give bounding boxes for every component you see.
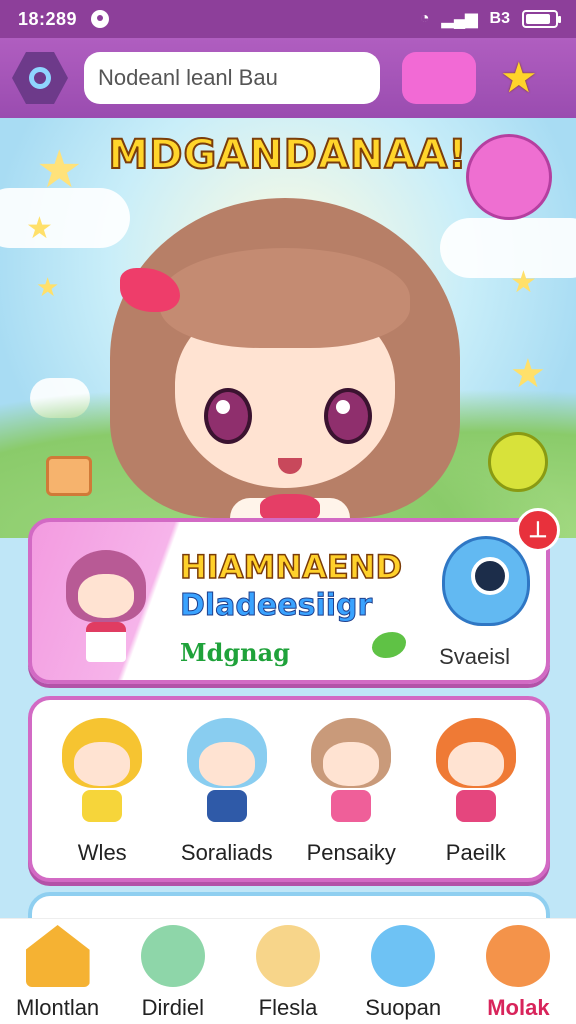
card-title: HIAMNAEND [179,547,403,587]
nav-label: Molak [487,995,550,1020]
blue-monster-icon [371,925,436,987]
house-icon [25,925,90,987]
close-badge-button[interactable]: ⊥ [516,508,560,552]
nav-item-characters[interactable]: Dirdiel [115,919,230,1024]
signal-text: B3 [489,10,510,27]
nav-item-home[interactable]: Mlontlan [0,919,115,1024]
hero-title: MDGANDANAA! [107,131,468,179]
card-character [58,544,154,664]
green-monster-icon [140,925,205,987]
cat-face-icon [256,925,320,987]
star-icon: ★ [26,212,53,245]
avatar [303,714,399,824]
star-icon: ★ [510,266,537,299]
nav-item-friends[interactable]: Flesla [230,919,345,1024]
signal-icon: ▂▄▆ [441,11,478,28]
hero-character [100,178,480,538]
avatar [428,714,524,824]
character-item[interactable]: Paeilk [414,714,539,878]
top-bar: Nodeanl leanl Bau ★ [0,38,576,213]
gift-box-icon [46,456,92,496]
nav-item-profile[interactable]: Molak [461,919,576,1024]
yellow-monster-icon [488,432,548,492]
ring-icon [29,67,51,89]
character-grid: Wles Soraliads Pensaiky Paeilk [28,696,550,882]
status-bar: 18:289 ◔ ▂▄▆ B3 [0,0,576,38]
card-subtitle: Dladeesiigr [179,588,373,624]
star-icon: ★ [510,352,546,396]
character-item[interactable]: Wles [40,714,165,878]
wifi-icon: ◔ [419,10,430,27]
battery-icon [522,10,561,28]
card-link[interactable]: Svaeisl [439,644,510,670]
status-time: 18:289 [18,8,78,29]
card-tag: Mdgnag [180,638,290,667]
star-button[interactable]: ★ [500,57,538,99]
nav-label: Flesla [258,995,318,1020]
nav-item-explore[interactable]: Suopan [346,919,461,1024]
character-label: Wles [77,840,127,865]
bottom-nav: Mlontlan Dirdiel Flesla Suopan Molak [0,918,576,1024]
battery-fill [526,14,550,24]
character-item[interactable]: Pensaiky [289,714,414,878]
star-icon: ★ [36,272,60,302]
blue-monster-icon [442,536,530,626]
hero-banner[interactable]: ★ ★ ★ ★ ★ MDGANDANAA! [0,118,576,538]
character-label: Paeilk [445,840,506,865]
character-label: Pensaiky [306,840,396,865]
character-label: Soraliads [180,840,273,865]
nav-label: Suopan [365,995,442,1020]
leaf-icon [372,632,406,658]
nav-label: Mlontlan [16,995,100,1020]
menu-hex-button[interactable] [12,52,68,104]
search-input-value: Nodeanl leanl Bau [98,65,278,90]
feature-card[interactable]: HIAMNAEND Dladeesiigr Mdgnag Svaeisl ⊥ [28,508,560,684]
avatar [179,714,275,824]
nav-label: Dirdiel [141,995,204,1020]
notification-icon [91,10,110,28]
friends-button[interactable] [402,52,529,213]
orange-monster-icon [486,925,551,987]
character-item[interactable]: Soraliads [165,714,290,878]
avatar [54,714,150,824]
search-input[interactable]: Nodeanl leanl Bau [84,52,380,104]
